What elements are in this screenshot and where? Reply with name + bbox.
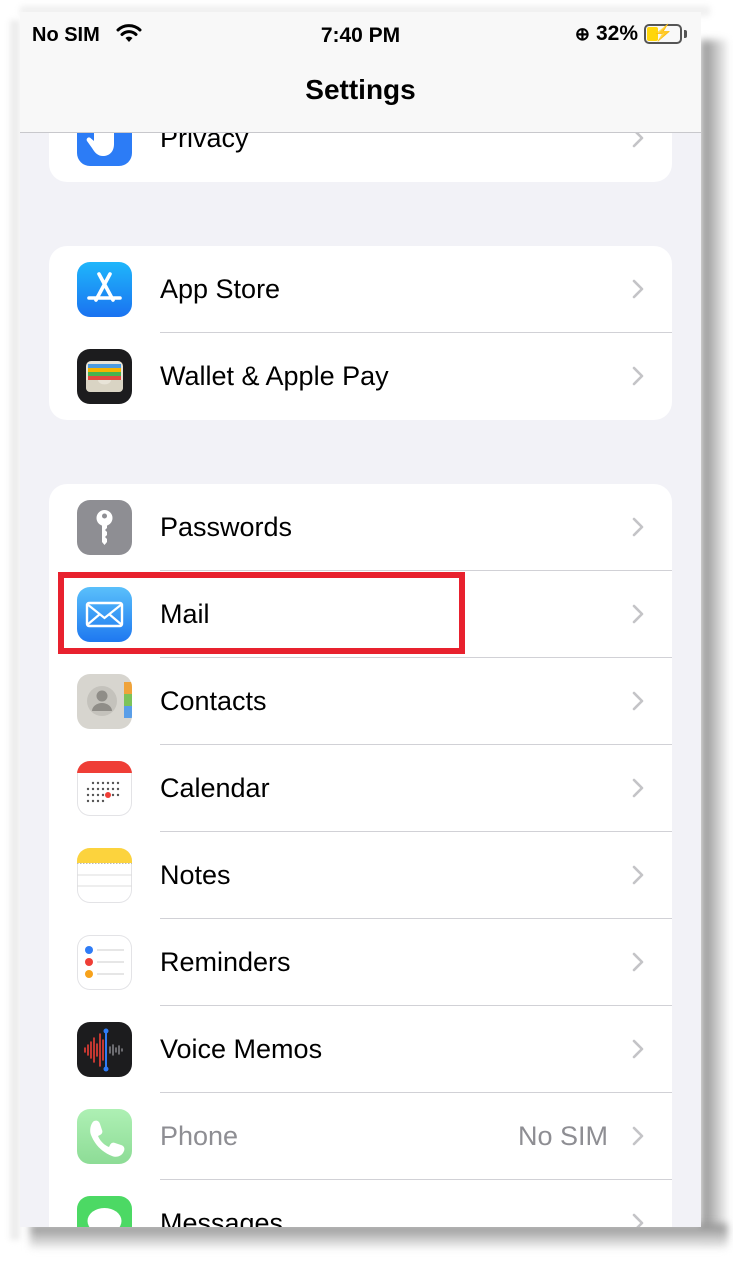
settings-row-notes[interactable]: Notes bbox=[49, 832, 672, 919]
app-store-icon bbox=[77, 262, 132, 317]
reminders-icon bbox=[77, 935, 132, 990]
settings-row-calendar[interactable]: Calendar bbox=[49, 745, 672, 832]
chevron-right-icon bbox=[632, 1213, 644, 1227]
mail-highlight-box bbox=[58, 572, 465, 654]
battery-percent: 32% bbox=[595, 22, 638, 45]
row-label: Passwords bbox=[160, 512, 293, 542]
row-label: Voice Memos bbox=[160, 1034, 323, 1064]
chevron-right-icon bbox=[632, 1039, 644, 1059]
settings-row-voice-memos[interactable]: Voice Memos bbox=[49, 1006, 672, 1093]
chevron-right-icon bbox=[632, 517, 644, 537]
chevron-right-icon bbox=[632, 691, 644, 711]
messages-icon bbox=[77, 1196, 132, 1227]
row-label: Wallet & Apple Pay bbox=[160, 361, 389, 391]
navigation-header: No SIM 7:40 PM ⊕ 32% ⚡ Settings bbox=[20, 12, 701, 133]
settings-row-messages[interactable]: Messages bbox=[49, 1180, 672, 1227]
settings-row-app-store[interactable]: App Store bbox=[49, 246, 672, 333]
row-label: Reminders bbox=[160, 947, 291, 977]
chevron-right-icon bbox=[632, 952, 644, 972]
settings-group-store: App Store Wallet & Apple Pay bbox=[49, 246, 672, 420]
row-label: Calendar bbox=[160, 773, 270, 803]
notes-icon bbox=[77, 848, 132, 903]
row-label: App Store bbox=[160, 274, 281, 304]
page-title: Settings bbox=[305, 74, 416, 105]
settings-screen: Privacy App Store Wallet & Apple Pay Pas… bbox=[20, 12, 701, 1227]
orientation-lock-icon: ⊕ bbox=[574, 23, 590, 44]
settings-row-phone[interactable]: Phone No SIM bbox=[49, 1093, 672, 1180]
phone-icon bbox=[77, 1109, 132, 1164]
row-label: Phone bbox=[160, 1121, 239, 1151]
chevron-right-icon bbox=[632, 604, 644, 624]
chevron-right-icon bbox=[632, 279, 644, 299]
settings-row-contacts[interactable]: Contacts bbox=[49, 658, 672, 745]
row-label: Notes bbox=[160, 860, 231, 890]
key-icon bbox=[77, 500, 132, 555]
chevron-right-icon bbox=[632, 1126, 644, 1146]
battery-icon: ⚡ bbox=[644, 24, 682, 44]
chevron-right-icon bbox=[632, 865, 644, 885]
row-label: Messages bbox=[160, 1208, 284, 1227]
row-value: No SIM bbox=[517, 1121, 608, 1151]
settings-row-wallet[interactable]: Wallet & Apple Pay bbox=[49, 333, 672, 420]
contacts-icon bbox=[77, 674, 132, 729]
chevron-right-icon bbox=[632, 778, 644, 798]
status-right-cluster: ⊕ 32% ⚡ bbox=[575, 22, 687, 46]
wallet-icon bbox=[77, 349, 132, 404]
calendar-icon bbox=[77, 761, 132, 816]
settings-row-reminders[interactable]: Reminders bbox=[49, 919, 672, 1006]
voice-memos-icon bbox=[77, 1022, 132, 1077]
chevron-right-icon bbox=[632, 366, 644, 386]
row-label: Contacts bbox=[160, 686, 267, 716]
settings-row-passwords[interactable]: Passwords bbox=[49, 484, 672, 571]
